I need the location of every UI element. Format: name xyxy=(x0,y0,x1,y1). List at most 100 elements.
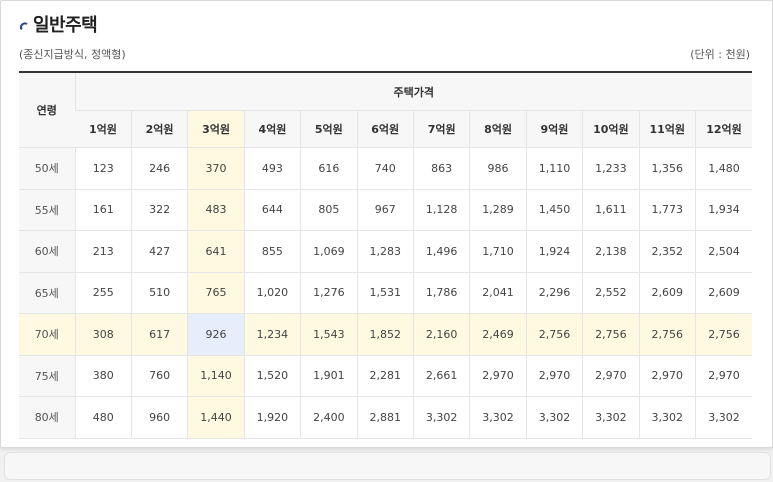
column-header: 10억원 xyxy=(582,110,640,148)
value-cell: 123 xyxy=(74,147,132,190)
value-cell: 2,352 xyxy=(638,230,696,273)
value-cell: 2,609 xyxy=(694,272,752,314)
value-cell: 2,970 xyxy=(694,355,752,397)
column-header: 12억원 xyxy=(694,110,752,148)
value-cell: 2,756 xyxy=(525,313,583,356)
value-cell: 3,302 xyxy=(412,396,470,439)
column-header: 11억원 xyxy=(638,110,696,148)
value-cell: 740 xyxy=(356,147,414,190)
value-cell: 1,710 xyxy=(469,230,527,273)
value-cell: 1,920 xyxy=(243,396,301,439)
value-cell: 1,356 xyxy=(638,147,696,190)
value-cell: 1,128 xyxy=(412,189,470,231)
value-cell: 1,450 xyxy=(525,189,583,231)
column-header: 1억원 xyxy=(75,110,132,148)
value-cell: 986 xyxy=(469,147,527,190)
age-header: 연령 xyxy=(19,71,75,148)
table-row: 65세 255 510 765 1,020 1,276 1,531 1,786 2,041 2,2… xyxy=(19,272,752,314)
value-cell: 805 xyxy=(300,189,358,231)
value-cell: 765 xyxy=(187,272,245,314)
value-cell: 483 xyxy=(187,189,245,231)
value-cell: 3,302 xyxy=(525,396,583,439)
value-cell: 1,110 xyxy=(525,147,583,190)
value-cell: 3,302 xyxy=(694,396,752,439)
value-cell: 1,611 xyxy=(582,189,640,231)
unit-note: (단위 : 천원) xyxy=(690,48,750,61)
value-cell: 3,302 xyxy=(582,396,640,439)
value-cell: 926 xyxy=(187,313,245,356)
age-cell: 65세 xyxy=(19,272,75,314)
column-header: 9억원 xyxy=(525,110,583,148)
value-cell: 322 xyxy=(130,189,188,231)
value-cell: 960 xyxy=(130,396,188,439)
value-cell: 1,531 xyxy=(356,272,414,314)
value-cell: 2,504 xyxy=(694,230,752,273)
price-group-header: 주택가격 xyxy=(74,71,752,111)
value-cell: 308 xyxy=(74,313,132,356)
value-cell: 370 xyxy=(187,147,245,190)
value-cell: 3,302 xyxy=(638,396,696,439)
value-cell: 1,289 xyxy=(469,189,527,231)
column-header: 2억원 xyxy=(130,110,188,148)
value-cell: 2,041 xyxy=(469,272,527,314)
value-cell: 2,469 xyxy=(469,313,527,356)
value-cell: 1,924 xyxy=(525,230,583,273)
value-cell: 1,901 xyxy=(300,355,358,397)
value-cell: 2,400 xyxy=(300,396,358,439)
value-cell: 2,881 xyxy=(356,396,414,439)
column-header: 7억원 xyxy=(412,110,470,148)
table-row: 80세 480 960 1,440 1,920 2,400 2,881 3,302 3,302 3… xyxy=(19,396,752,439)
value-cell: 1,069 xyxy=(300,230,358,273)
value-cell: 967 xyxy=(356,189,414,231)
column-header: 3억원 xyxy=(187,110,245,148)
value-cell: 1,234 xyxy=(243,313,301,356)
circle-arc-icon xyxy=(19,22,28,30)
value-cell: 213 xyxy=(74,230,132,273)
value-cell: 427 xyxy=(130,230,188,273)
value-cell: 1,020 xyxy=(243,272,301,314)
age-cell: 55세 xyxy=(19,189,75,231)
table-row: 70세 308 617 926 1,234 1,543 1,852 2,160 2,469 2,7… xyxy=(19,313,752,356)
page-title: 일반주택 xyxy=(33,15,98,36)
value-cell: 161 xyxy=(74,189,132,231)
value-cell: 617 xyxy=(130,313,188,356)
value-cell: 1,786 xyxy=(412,272,470,314)
age-cell: 70세 xyxy=(19,313,75,356)
value-cell: 2,552 xyxy=(582,272,640,314)
value-cell: 1,773 xyxy=(638,189,696,231)
value-cell: 1,233 xyxy=(582,147,640,190)
content-panel: 일반주택 (종신지급방식, 정액형) (단위 : 천원) 연령 주택가격 1억원… xyxy=(0,0,773,448)
value-cell: 480 xyxy=(74,396,132,439)
age-cell: 50세 xyxy=(19,147,75,190)
section-header: 일반주택 xyxy=(19,11,98,37)
value-cell: 1,140 xyxy=(187,355,245,397)
value-cell: 510 xyxy=(130,272,188,314)
value-cell: 1,480 xyxy=(694,147,752,190)
value-cell: 2,756 xyxy=(582,313,640,356)
value-cell: 2,756 xyxy=(694,313,752,356)
value-cell: 2,970 xyxy=(525,355,583,397)
value-cell: 2,609 xyxy=(638,272,696,314)
value-cell: 3,302 xyxy=(469,396,527,439)
value-cell: 2,138 xyxy=(582,230,640,273)
value-cell: 246 xyxy=(130,147,188,190)
payment-method-note: (종신지급방식, 정액형) xyxy=(19,48,126,61)
value-cell: 2,661 xyxy=(412,355,470,397)
value-cell: 380 xyxy=(74,355,132,397)
value-cell: 1,496 xyxy=(412,230,470,273)
value-cell: 760 xyxy=(130,355,188,397)
value-cell: 1,276 xyxy=(300,272,358,314)
value-cell: 1,934 xyxy=(694,189,752,231)
column-header: 4억원 xyxy=(243,110,301,148)
value-cell: 2,756 xyxy=(638,313,696,356)
value-cell: 2,296 xyxy=(525,272,583,314)
value-cell: 1,543 xyxy=(300,313,358,356)
table-row: 55세 161 322 483 644 805 967 1,128 1,289 1,450 1,61… xyxy=(19,189,752,231)
value-cell: 1,283 xyxy=(356,230,414,273)
age-cell: 60세 xyxy=(19,230,75,273)
column-header: 6억원 xyxy=(356,110,414,148)
value-cell: 493 xyxy=(243,147,301,190)
value-cell: 2,160 xyxy=(412,313,470,356)
value-cell: 855 xyxy=(243,230,301,273)
table-row: 50세 123 246 370 493 616 740 863 986 1,110 1,233 1,3… xyxy=(19,147,752,190)
